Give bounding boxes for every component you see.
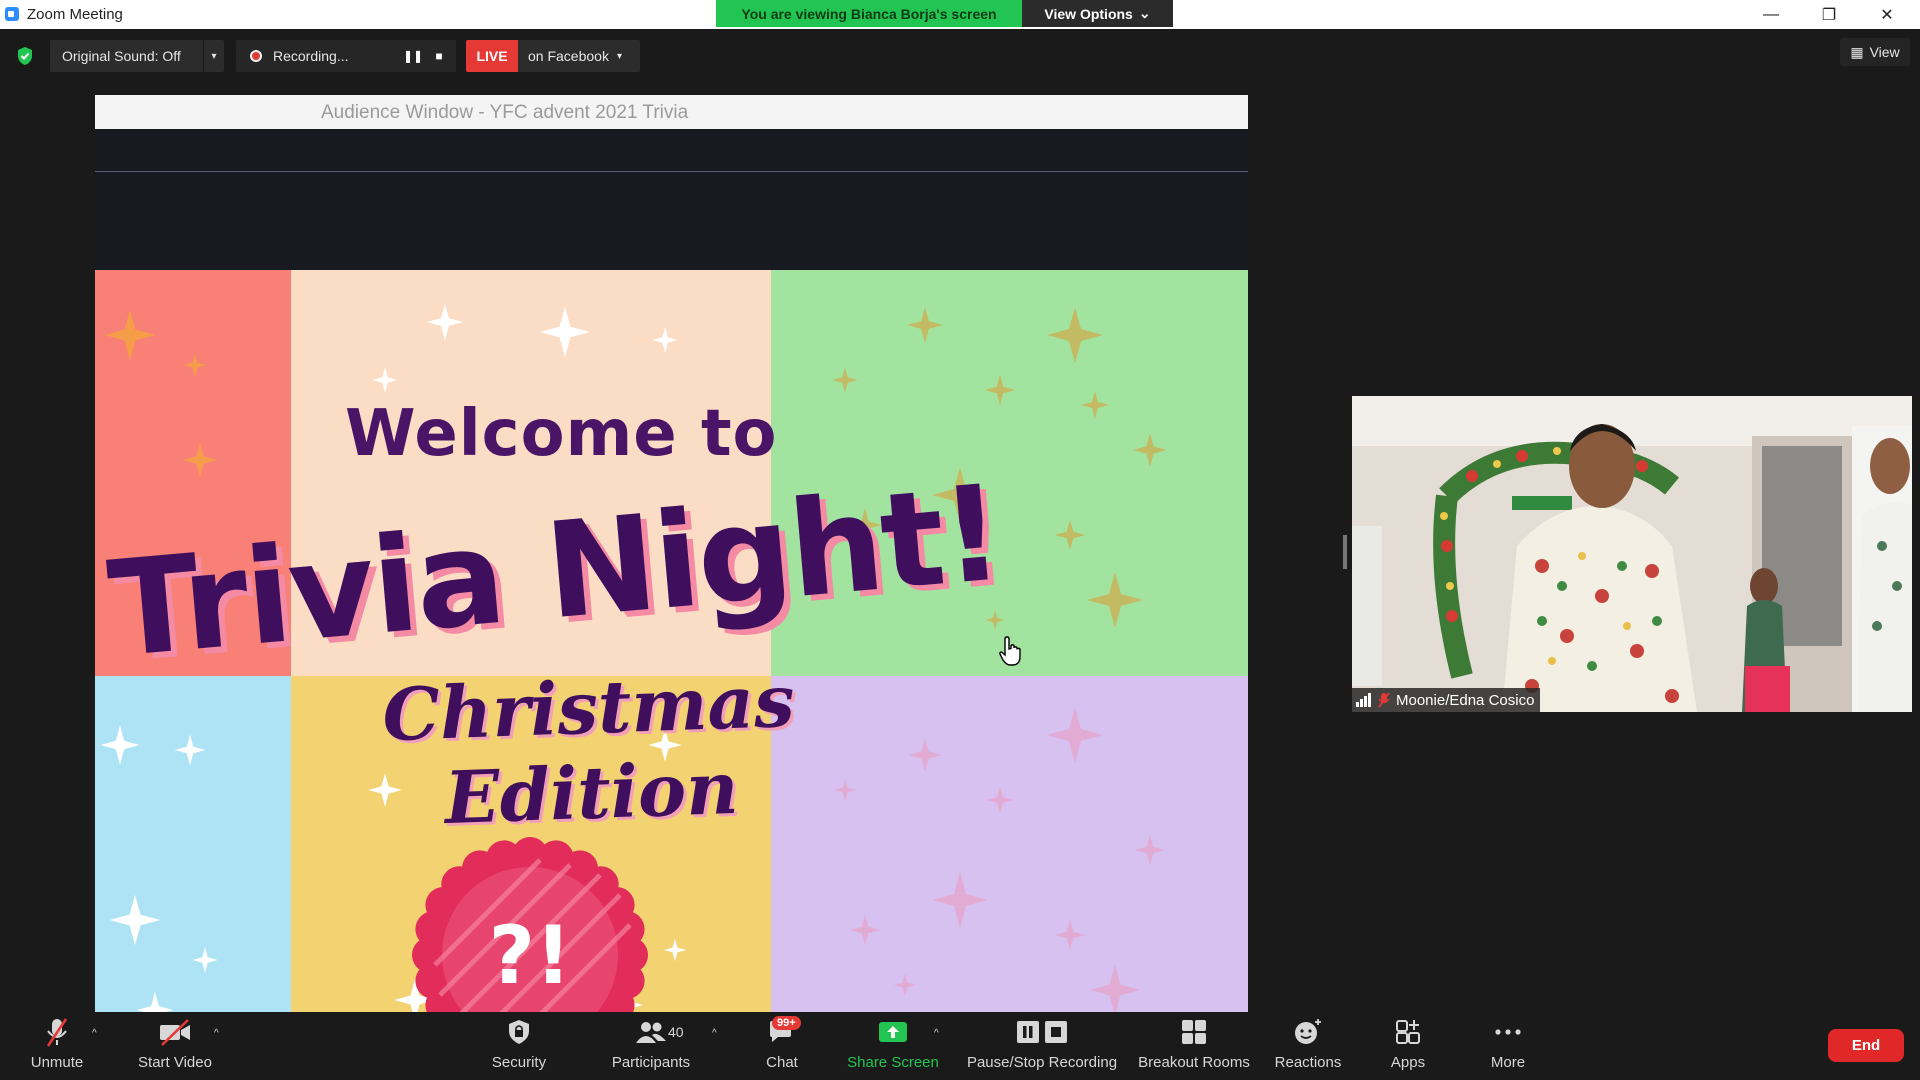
restore-icon: ❐ — [1821, 6, 1837, 24]
pause-stop-recording-icon — [1017, 1021, 1067, 1043]
chat-unread-badge: 99+ — [772, 1016, 801, 1030]
original-sound-toggle[interactable]: Original Sound: Off ▾ — [50, 40, 224, 72]
reactions-button[interactable]: Reactions — [1268, 1012, 1348, 1080]
shared-window-header-band — [95, 129, 1248, 270]
security-label: Security — [491, 1054, 547, 1071]
participant-name: Moonie/Edna Cosico — [1396, 691, 1535, 709]
badge-text: ?! — [489, 909, 572, 1002]
participants-count: 40 — [668, 1024, 684, 1040]
start-video-button[interactable]: Start Video — [132, 1012, 218, 1080]
participant-video[interactable]: Moonie/Edna Cosico — [1352, 396, 1912, 712]
view-options-label: View Options — [1044, 5, 1133, 22]
slide-content: Welcome to Trivia Night! Christmas Editi… — [95, 270, 1248, 1012]
muted-mic-icon — [1378, 692, 1390, 708]
window-titlebar: Zoom Meeting You are viewing Bianca Borj… — [0, 0, 1920, 29]
muted-microphone-icon — [46, 1018, 68, 1047]
shared-screen: Audience Window - YFC advent 2021 Trivia — [95, 95, 1248, 1012]
security-shield-icon — [509, 1020, 529, 1044]
breakout-rooms-button[interactable]: Breakout Rooms — [1134, 1012, 1254, 1080]
audio-options-caret-icon[interactable]: ^ — [92, 1028, 97, 1039]
connection-signal-icon — [1356, 693, 1371, 707]
viewing-screen-text: You are viewing Bianca Borja's screen — [741, 5, 997, 22]
view-options-button[interactable]: View Options ⌄ — [1022, 0, 1173, 27]
chevron-down-icon: ⌄ — [1138, 5, 1151, 21]
window-title: Zoom Meeting — [27, 6, 123, 23]
viewing-screen-banner: You are viewing Bianca Borja's screen — [716, 0, 1022, 27]
participants-button[interactable]: 40 Participants — [606, 1012, 696, 1080]
participant-video-frame — [1352, 396, 1912, 712]
slide-subtitle: Christmas Edition — [381, 657, 796, 841]
end-meeting-button[interactable]: End — [1828, 1029, 1904, 1062]
original-sound-dropdown-icon[interactable]: ▾ — [203, 40, 224, 72]
breakout-rooms-label: Breakout Rooms — [1138, 1054, 1250, 1071]
meeting-controls-bar: Unmute ^ Start Video ^ Security 40 Parti… — [0, 1012, 1920, 1080]
reactions-label: Reactions — [1274, 1054, 1342, 1071]
shared-window-titlebar: Audience Window - YFC advent 2021 Trivia — [95, 95, 1248, 129]
more-dots-icon — [1495, 1029, 1521, 1035]
pause-recording-button[interactable]: ❚❚ — [400, 43, 426, 69]
reactions-smiley-icon — [1295, 1019, 1321, 1044]
panel-resize-handle[interactable] — [1343, 535, 1347, 569]
participants-icon — [636, 1022, 666, 1043]
original-sound-label: Original Sound: Off — [62, 48, 181, 64]
question-badge-icon: ?! — [412, 837, 648, 1012]
chat-button[interactable]: 99+ Chat — [752, 1012, 812, 1080]
apps-button[interactable]: Apps — [1378, 1012, 1438, 1080]
grid-view-icon: ▦ — [1850, 43, 1864, 60]
apps-label: Apps — [1390, 1054, 1426, 1071]
close-icon: ✕ — [1880, 6, 1894, 24]
livestream-dropdown-icon: ▾ — [616, 50, 622, 62]
video-off-icon — [160, 1019, 190, 1046]
share-screen-icon — [879, 1022, 907, 1042]
shared-window-title: Audience Window - YFC advent 2021 Trivia — [321, 102, 689, 123]
participant-name-tag: Moonie/Edna Cosico — [1352, 688, 1541, 712]
live-badge: LIVE — [466, 40, 518, 72]
more-label: More — [1490, 1054, 1526, 1071]
unmute-button[interactable]: Unmute — [22, 1012, 92, 1080]
video-options-caret-icon[interactable]: ^ — [214, 1028, 219, 1039]
apps-icon — [1396, 1020, 1420, 1044]
pause-stop-recording-label: Pause/Stop Recording — [966, 1054, 1118, 1071]
pause-stop-recording-button[interactable]: Pause/Stop Recording — [962, 1012, 1122, 1080]
unmute-label: Unmute — [30, 1054, 84, 1071]
share-screen-caret-icon[interactable]: ^ — [934, 1028, 939, 1039]
close-button[interactable]: ✕ — [1858, 0, 1916, 29]
security-button[interactable]: Security — [484, 1012, 554, 1080]
recording-dot-icon — [250, 50, 262, 62]
share-screen-label: Share Screen — [847, 1054, 939, 1071]
minimize-button[interactable]: — — [1742, 0, 1800, 29]
end-label: End — [1851, 1037, 1881, 1054]
encryption-shield-icon[interactable] — [16, 46, 34, 66]
share-screen-button[interactable]: Share Screen — [846, 1012, 940, 1080]
chat-label: Chat — [766, 1054, 798, 1071]
livestream-target-label: on Facebook — [528, 48, 609, 64]
more-button[interactable]: More — [1478, 1012, 1538, 1080]
stop-recording-button[interactable]: ■ — [426, 43, 452, 69]
livestream-status[interactable]: LIVE on Facebook ▾ — [466, 40, 640, 72]
view-layout-button[interactable]: ▦ View — [1840, 38, 1910, 66]
recording-label: Recording... — [273, 48, 349, 64]
recording-status: Recording... ❚❚ ■ — [236, 40, 456, 72]
hand-cursor-icon — [999, 636, 1021, 666]
zoom-app-icon — [5, 7, 19, 21]
breakout-rooms-icon — [1182, 1020, 1206, 1044]
minimize-icon: — — [1763, 5, 1779, 23]
slide-welcome-text: Welcome to — [345, 397, 778, 471]
participants-label: Participants — [611, 1054, 691, 1071]
participants-caret-icon[interactable]: ^ — [712, 1028, 717, 1039]
restore-button[interactable]: ❐ — [1800, 0, 1858, 29]
view-label: View — [1869, 44, 1900, 60]
slide-background: Welcome to Trivia Night! Christmas Editi… — [95, 270, 1248, 1012]
start-video-label: Start Video — [138, 1054, 212, 1071]
